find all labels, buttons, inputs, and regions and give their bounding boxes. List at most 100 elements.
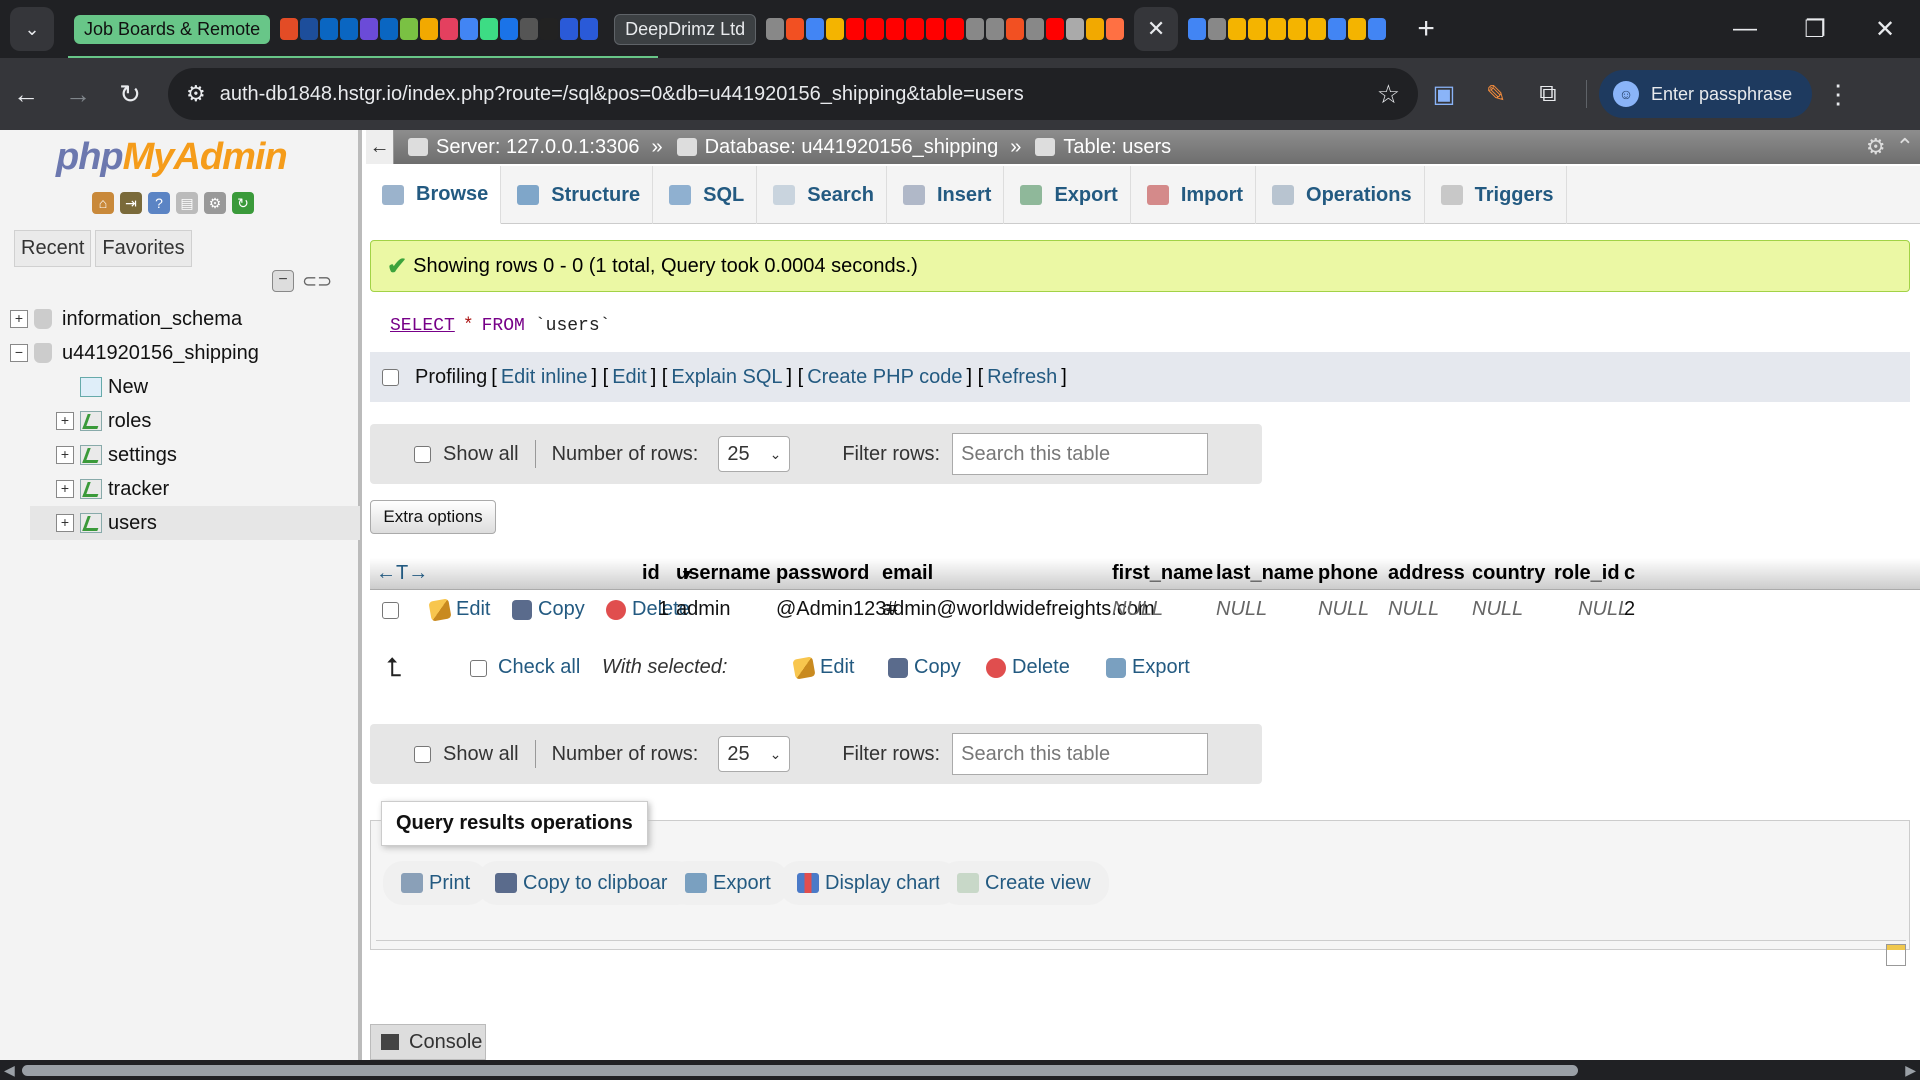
tab-sql[interactable]: SQL (653, 166, 758, 224)
row-copy-link[interactable]: Copy (512, 598, 585, 621)
toggle-navigation-button[interactable]: ← (366, 130, 394, 164)
help-icon[interactable]: ? (148, 192, 170, 214)
active-tab-close-button[interactable]: ✕ (1134, 7, 1179, 51)
profiling-link-edit-inline[interactable]: Edit inline (501, 366, 588, 389)
display-chart-button[interactable]: Display chart (779, 861, 959, 905)
favorites-tab[interactable]: Favorites (95, 230, 192, 267)
expand-icon[interactable]: + (10, 310, 28, 328)
tab-favicon[interactable] (966, 18, 985, 40)
tab-favicon[interactable] (806, 18, 825, 40)
browser-menu-button[interactable]: ⋮ (1812, 79, 1864, 110)
row-checkbox[interactable] (382, 602, 399, 619)
tab-favicon[interactable] (1208, 18, 1227, 40)
tab-import[interactable]: Import (1131, 166, 1257, 224)
home-icon[interactable]: ⌂ (92, 192, 114, 214)
tab-favicon[interactable] (1228, 18, 1247, 40)
scroll-right-arrow-icon[interactable]: ▶ (1905, 1062, 1916, 1079)
collapse-top-menu-icon[interactable]: ⌃ (1896, 134, 1914, 160)
tab-favicon[interactable] (886, 18, 905, 40)
tab-favicon[interactable] (480, 18, 499, 40)
tab-favicon[interactable] (1248, 18, 1267, 40)
tab-group-job-boards[interactable]: Job Boards & Remote (74, 14, 271, 44)
column-header-c[interactable]: c (1624, 562, 1635, 585)
close-window-button[interactable]: ✕ (1850, 15, 1920, 44)
cell-address[interactable]: NULL (1388, 598, 1439, 621)
tab-search[interactable]: Search (757, 166, 887, 224)
tab-favicon[interactable] (1348, 18, 1367, 40)
tab-favicon[interactable] (1288, 18, 1307, 40)
restore-window-button[interactable]: ❐ (1780, 15, 1850, 44)
url-text[interactable]: auth-db1848.hstgr.io/index.php?route=/sq… (220, 83, 1377, 106)
cell-phone[interactable]: NULL (1318, 598, 1369, 621)
column-header-username[interactable]: username (676, 562, 771, 585)
selected-edit-button[interactable]: Edit (792, 655, 854, 680)
minimize-window-button[interactable]: — (1710, 15, 1780, 43)
tab-favicon[interactable] (1086, 18, 1105, 40)
filter-rows-input[interactable]: Search this table (952, 733, 1209, 775)
cell-country[interactable]: NULL (1472, 598, 1523, 621)
tab-browse[interactable]: Browse (366, 166, 502, 224)
column-header-email[interactable]: email (882, 562, 933, 585)
reload-nav-icon[interactable]: ↻ (232, 192, 254, 214)
column-header-phone[interactable]: phone (1318, 562, 1378, 585)
tab-favicon[interactable] (460, 18, 479, 40)
extra-options-button[interactable]: Extra options (370, 500, 496, 534)
expand-icon[interactable]: + (56, 514, 74, 532)
expand-icon[interactable]: + (56, 446, 74, 464)
column-resize-arrows[interactable]: ←T→ (376, 562, 428, 585)
sql-select-keyword[interactable]: SELECT (390, 316, 455, 336)
profiling-link-explain-sql[interactable]: Explain SQL (671, 366, 782, 389)
reload-button[interactable]: ↻ (104, 79, 156, 110)
column-header-id[interactable]: id (642, 562, 660, 585)
cell-role_id[interactable]: NULL (1578, 598, 1629, 621)
tab-favicon[interactable] (786, 18, 805, 40)
check-all-checkbox[interactable] (470, 660, 487, 677)
horizontal-scrollbar[interactable]: ◀ ▶ (0, 1060, 1920, 1080)
tree-item-new[interactable]: New (30, 370, 360, 404)
number-of-rows-select[interactable]: 25 ⌄ (718, 736, 791, 772)
check-all-label[interactable]: Check all (498, 656, 580, 679)
profiling-link-edit[interactable]: Edit (612, 366, 646, 389)
cell-last_name[interactable]: NULL (1216, 598, 1267, 621)
tab-group-deepdrimz[interactable]: DeepDrimz Ltd (614, 13, 757, 45)
collapse-icon[interactable]: − (10, 344, 28, 362)
tree-item-tracker[interactable]: + tracker (30, 472, 360, 506)
collapse-all-icon[interactable]: − (272, 270, 294, 292)
color-picker-extension-icon[interactable]: ✎ (1470, 80, 1522, 109)
row-edit-link[interactable]: Edit (428, 597, 490, 622)
scroll-left-arrow-icon[interactable]: ◀ (4, 1062, 15, 1079)
enter-passphrase-button[interactable]: ☺ Enter passphrase (1599, 70, 1813, 118)
tree-item-settings[interactable]: + settings (30, 438, 360, 472)
expand-icon[interactable]: + (56, 412, 74, 430)
selected-export-button[interactable]: Export (1106, 656, 1190, 679)
back-button[interactable]: ← (0, 79, 52, 110)
tab-structure[interactable]: Structure (501, 166, 654, 224)
selected-delete-button[interactable]: Delete (986, 656, 1070, 679)
tab-favicon[interactable] (500, 18, 519, 40)
screen-capture-extension-icon[interactable]: ▣ (1418, 80, 1470, 109)
profiling-link-refresh[interactable]: Refresh (987, 366, 1057, 389)
column-header-first_name[interactable]: first_name (1112, 562, 1213, 585)
new-tab-button[interactable]: + (1406, 12, 1446, 46)
tab-export[interactable]: Export (1004, 166, 1131, 224)
column-header-last_name[interactable]: last_name (1216, 562, 1314, 585)
tab-favicon[interactable] (320, 18, 339, 40)
tab-favicon[interactable] (520, 18, 539, 40)
scrollbar-thumb[interactable] (22, 1065, 1578, 1076)
breadcrumb-server[interactable]: Server: 127.0.0.1:3306 (408, 136, 639, 159)
tab-triggers[interactable]: Triggers (1425, 166, 1567, 224)
column-header-address[interactable]: address (1388, 562, 1465, 585)
tab-favicon[interactable] (540, 18, 559, 40)
phpmyadmin-logo[interactable]: phpMyAdmin (56, 136, 288, 179)
tab-favicon[interactable] (1106, 18, 1125, 40)
pinned-tab-favicons-2[interactable] (766, 14, 1126, 44)
show-all-checkbox[interactable] (414, 445, 431, 463)
profiling-link-create-php-code[interactable]: Create PHP code (807, 366, 962, 389)
selected-copy-button[interactable]: Copy (888, 656, 961, 679)
tab-favicon[interactable] (946, 18, 965, 40)
tab-favicon[interactable] (826, 18, 845, 40)
tab-search-button[interactable]: ⌄ (10, 7, 54, 51)
sql-query[interactable]: SELECT * FROM `users` (390, 316, 610, 336)
cell-c[interactable]: 2 (1624, 598, 1635, 621)
tree-item-roles[interactable]: + roles (30, 404, 360, 438)
